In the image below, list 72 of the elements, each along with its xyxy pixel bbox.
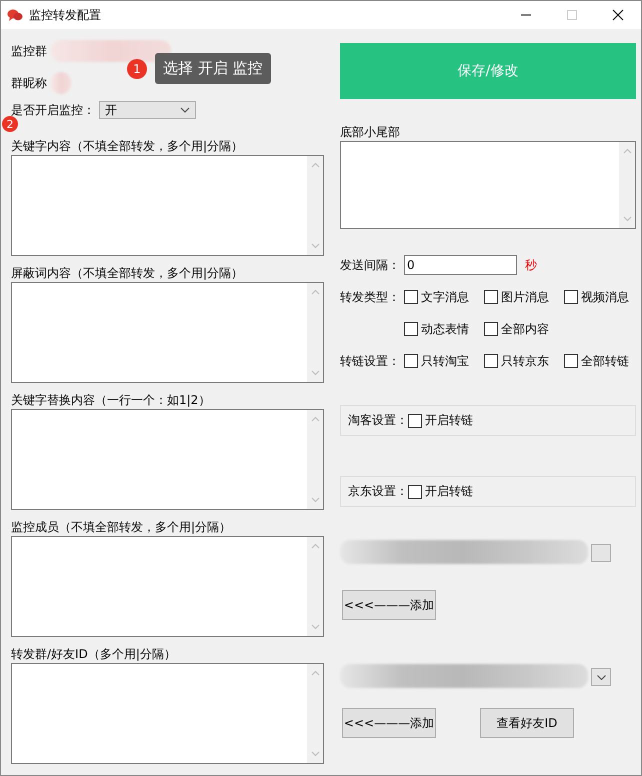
field-label: 关键字替换内容（一行一个：如1|2） [11,392,212,409]
checkbox[interactable] [404,354,418,368]
scrollbar[interactable] [307,283,323,382]
chevron-down-icon [310,751,320,757]
chevron-down-icon [310,370,320,376]
checkbox-label: 全部转链 [581,352,629,370]
text-area[interactable] [11,663,324,764]
checkbox[interactable] [564,290,578,304]
add-button[interactable]: <<<———添加 [342,590,436,620]
scrollbar[interactable] [619,142,635,228]
text-area[interactable] [340,141,636,229]
step-badge: 2 [2,116,18,132]
field-label: 底部小尾部 [340,124,401,141]
chevron-down-icon [180,107,190,113]
checkbox-label: 动态表情 [421,320,469,338]
scrollbar[interactable] [307,156,323,255]
redacted-text [51,72,71,94]
send-interval-label: 发送间隔： [340,256,401,274]
checkbox[interactable] [404,290,418,304]
checkbox-label: 图片消息 [501,288,549,306]
chevron-down-icon [310,624,320,630]
field-label: 关键字内容（不填全部转发，多个用|分隔） [11,138,244,155]
chevron-down-icon [622,216,632,222]
checkbox[interactable] [484,354,498,368]
text-area[interactable] [11,536,324,637]
checkbox-label: 开启转链 [425,483,473,500]
group-label: 淘客设置： [348,412,408,429]
action-button[interactable]: 查看好友ID [480,708,574,738]
window-title: 监控转发配置 [29,6,101,24]
friend-dropdown[interactable] [591,668,611,686]
checkbox-label: 全部内容 [501,320,549,338]
chevron-up-icon [310,289,320,295]
field-label: 屏蔽词内容（不填全部转发，多个用|分隔） [11,265,244,282]
text-area[interactable] [11,282,324,383]
enable-monitor-label: 是否开启监控： [11,102,95,118]
action-button[interactable]: <<<———添加 [342,708,436,738]
unit-label: 秒 [525,256,537,274]
chevron-down-icon [596,674,606,680]
checkbox-label: 文字消息 [421,288,469,306]
text-area[interactable] [11,155,324,256]
chevron-up-icon [622,148,632,154]
chevron-up-icon [310,162,320,168]
checkbox-label: 只转淘宝 [421,352,469,370]
checkbox[interactable] [564,354,578,368]
chat-bubbles-icon [7,8,23,22]
field-label: 转发群/好友ID（多个用|分隔） [11,646,177,663]
checkbox[interactable] [484,290,498,304]
checkbox[interactable] [404,322,418,336]
checkbox-label: 只转京东 [501,352,549,370]
checkbox-label: 开启转链 [425,412,473,429]
chevron-down-icon [310,243,320,249]
checkbox[interactable] [484,322,498,336]
checkbox[interactable] [408,414,422,428]
text-area[interactable] [11,409,324,510]
checkbox[interactable] [408,484,422,498]
nickname-label: 群昵称 [11,74,47,92]
tooltip: 选择 开启 监控 [155,53,271,84]
checkbox-label: 视频消息 [581,288,629,306]
scrollbar[interactable] [307,410,323,509]
chevron-down-icon [310,497,320,503]
send-interval-field[interactable]: 0 [404,255,517,275]
group-label: 京东设置： [348,483,408,500]
scrollbar[interactable] [307,664,323,763]
setting-label: 转链设置： [340,352,401,370]
monitor-group-label: 监控群 [11,42,47,60]
enable-monitor-dropdown[interactable]: 开 [99,101,196,119]
chevron-up-icon [310,670,320,676]
chevron-up-icon [310,416,320,422]
field-label: 监控成员（不填全部转发，多个用|分隔） [11,519,232,536]
chevron-up-icon [310,543,320,549]
scrollbar[interactable] [307,537,323,636]
setting-label: 转发类型： [340,288,401,306]
